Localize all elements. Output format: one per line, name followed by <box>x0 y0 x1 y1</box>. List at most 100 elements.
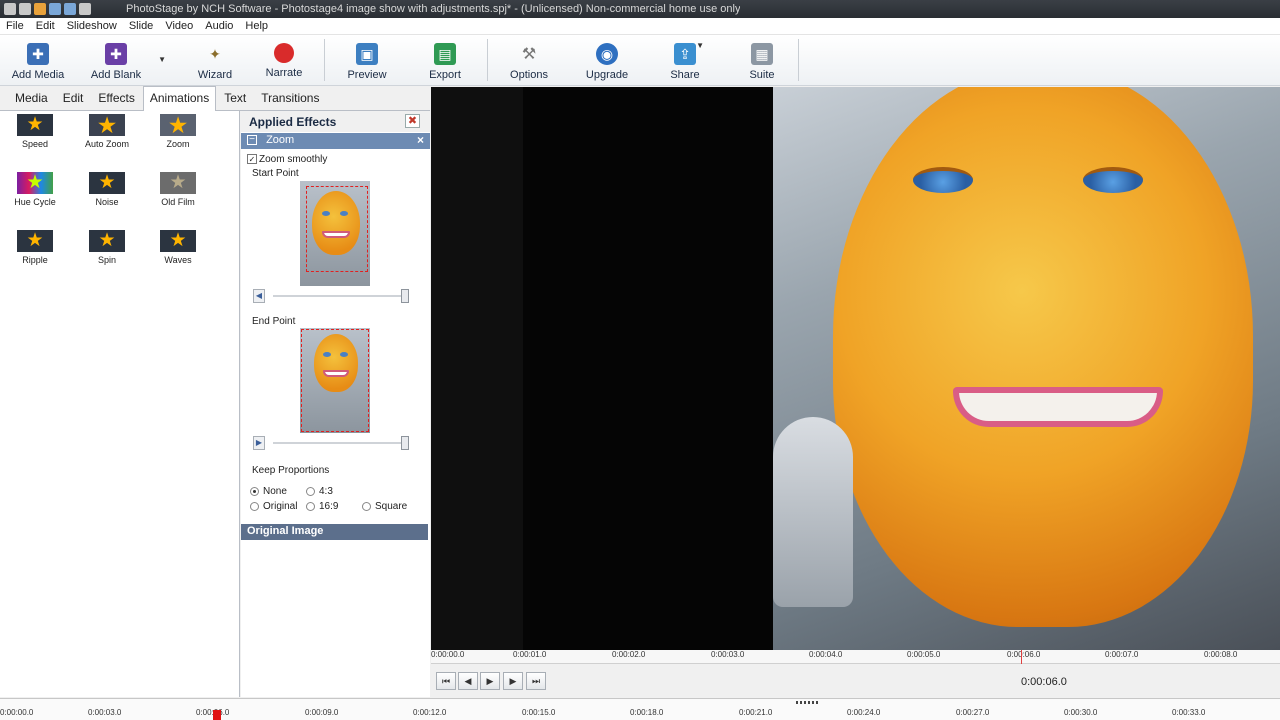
step-back-button[interactable]: ◀ <box>458 672 478 690</box>
left-arrow-icon[interactable]: ◀ <box>253 289 265 303</box>
add-media-button[interactable]: ✚ Add Media <box>0 35 76 85</box>
export-button[interactable]: ▤ Export <box>409 35 481 85</box>
add-blank-button[interactable]: ✚ Add Blank ▼ <box>76 35 166 85</box>
menu-video[interactable]: Video <box>159 20 199 32</box>
checkbox-checked-icon: ✓ <box>247 154 257 165</box>
options-tools-icon: ⚒ <box>521 46 537 63</box>
upgrade-button[interactable]: ◉ Upgrade <box>570 35 644 85</box>
zoom-effect-header[interactable]: − Zoom × <box>241 133 430 149</box>
start-point-label: Start Point <box>252 168 299 179</box>
wizard-button[interactable]: ✦ Wizard <box>156 35 254 85</box>
applied-effects-title: Applied Effects <box>241 111 430 132</box>
proportion-16-9-radio[interactable]: 16:9 <box>306 501 338 512</box>
tab-edit[interactable]: Edit <box>56 86 91 110</box>
suite-icon: ▦ <box>751 43 773 65</box>
face-image <box>833 87 1253 627</box>
keep-proportions-label: Keep Proportions <box>252 465 330 476</box>
end-point-thumbnail[interactable] <box>300 328 370 433</box>
star-icon: ★ <box>17 172 53 194</box>
star-icon: ★ <box>160 230 196 252</box>
resize-grip-icon[interactable] <box>796 701 818 704</box>
preview-button[interactable]: ▣ Preview <box>325 35 409 85</box>
animation-auto-zoom[interactable]: ★ Auto Zoom <box>77 114 137 150</box>
hand-image <box>773 417 853 607</box>
start-point-thumbnail[interactable] <box>300 181 370 286</box>
proportion-square-radio[interactable]: Square <box>362 501 407 512</box>
menu-audio[interactable]: Audio <box>199 20 239 32</box>
tab-text[interactable]: Text <box>217 86 253 110</box>
star-icon: ★ <box>160 172 196 194</box>
animation-ripple[interactable]: ★ Ripple <box>5 230 65 265</box>
star-icon: ★ <box>89 230 125 252</box>
step-forward-button[interactable]: ▶ <box>503 672 523 690</box>
preview-icon: ▣ <box>356 43 378 65</box>
timeline-ruler[interactable]: 0:00:00.0 0:00:03.0 0:00:06.0 0:00:09.0 … <box>0 698 1280 720</box>
zoom-selection-rect[interactable] <box>301 329 369 432</box>
animation-spin[interactable]: ★ Spin <box>77 230 137 265</box>
animation-zoom[interactable]: ★ Zoom <box>148 114 208 149</box>
zoom-selection-rect[interactable] <box>306 186 368 272</box>
upgrade-globe-icon: ◉ <box>596 43 618 65</box>
menu-edit[interactable]: Edit <box>30 20 61 32</box>
current-time-display: 0:00:06.0 <box>1021 676 1067 688</box>
title-bar: PhotoStage by NCH Software - Photostage4… <box>0 0 1280 18</box>
export-icon: ▤ <box>434 43 456 65</box>
star-icon: ★ <box>89 172 125 194</box>
tab-transitions[interactable]: Transitions <box>254 86 326 110</box>
menu-file[interactable]: File <box>0 20 30 32</box>
transport-controls: ⏮ ◀ ▶ ▶ ⏭ 0:00:06.0 <box>431 664 1280 698</box>
end-point-slider[interactable]: ▶ <box>253 436 413 450</box>
animation-waves[interactable]: ★ Waves <box>148 230 208 265</box>
go-to-end-button[interactable]: ⏭ <box>526 672 546 690</box>
menu-slideshow[interactable]: Slideshow <box>61 20 123 32</box>
play-button[interactable]: ▶ <box>480 672 500 690</box>
video-preview <box>431 87 1280 650</box>
left-panel-tabs: Media Edit Effects Animations Text Trans… <box>0 86 430 111</box>
animation-hue-cycle[interactable]: ★ Hue Cycle <box>5 172 65 207</box>
animation-old-film[interactable]: ★ Old Film <box>148 172 208 207</box>
animation-noise[interactable]: ★ Noise <box>77 172 137 207</box>
collapse-icon[interactable]: − <box>247 135 257 146</box>
share-icon: ⇪ <box>674 43 696 65</box>
menu-slide[interactable]: Slide <box>123 20 159 32</box>
proportion-4-3-radio[interactable]: 4:3 <box>306 486 333 497</box>
original-image-header[interactable]: Original Image <box>241 524 428 540</box>
tab-media[interactable]: Media <box>8 86 55 110</box>
applied-effects-panel: Applied Effects ✖ − Zoom × ✓ Zoom smoothl… <box>241 111 430 697</box>
share-button[interactable]: ⇪ Share ▼ <box>644 35 726 85</box>
slider-handle[interactable] <box>401 289 409 303</box>
go-to-start-button[interactable]: ⏮ <box>436 672 456 690</box>
start-point-slider[interactable]: ◀ <box>253 289 413 303</box>
slider-handle[interactable] <box>401 436 409 450</box>
star-icon: ★ <box>89 114 125 137</box>
redo-icon[interactable] <box>79 3 91 15</box>
star-icon: ★ <box>160 114 196 137</box>
share-dropdown-icon[interactable]: ▼ <box>696 41 704 50</box>
menu-help[interactable]: Help <box>239 20 274 32</box>
toolbar-separator <box>798 39 799 81</box>
right-arrow-icon[interactable]: ▶ <box>253 436 265 450</box>
remove-zoom-effect-icon[interactable]: × <box>417 133 424 147</box>
timeline-playhead[interactable] <box>213 710 221 720</box>
suite-button[interactable]: ▦ Suite <box>726 35 798 85</box>
main-toolbar: ✚ Add Media ✚ Add Blank ▼ ✦ Wizard Narra… <box>0 35 1280 86</box>
remove-all-effects-button[interactable]: ✖ <box>405 114 420 128</box>
add-media-icon: ✚ <box>27 43 49 65</box>
new-file-icon[interactable] <box>19 3 31 15</box>
preview-time-ruler[interactable]: 0:00:00.0 0:00:01.0 0:00:02.0 0:00:03.0 … <box>431 650 1280 664</box>
preview-position-marker[interactable] <box>1021 650 1022 664</box>
tab-animations[interactable]: Animations <box>142 86 217 111</box>
save-icon[interactable] <box>49 3 61 15</box>
options-button[interactable]: ⚒ Options <box>488 35 570 85</box>
preview-photo <box>773 87 1280 650</box>
tab-effects[interactable]: Effects <box>91 86 141 110</box>
app-icon[interactable] <box>4 3 16 15</box>
zoom-smoothly-checkbox[interactable]: ✓ Zoom smoothly <box>247 154 327 165</box>
proportion-original-radio[interactable]: Original <box>250 501 297 512</box>
undo-icon[interactable] <box>64 3 76 15</box>
animation-speed[interactable]: ★ Speed <box>5 114 65 149</box>
narrate-button[interactable]: Narrate <box>254 35 314 85</box>
proportion-none-radio[interactable]: None <box>250 486 287 497</box>
wizard-wand-icon: ✦ <box>209 45 221 62</box>
open-folder-icon[interactable] <box>34 3 46 15</box>
